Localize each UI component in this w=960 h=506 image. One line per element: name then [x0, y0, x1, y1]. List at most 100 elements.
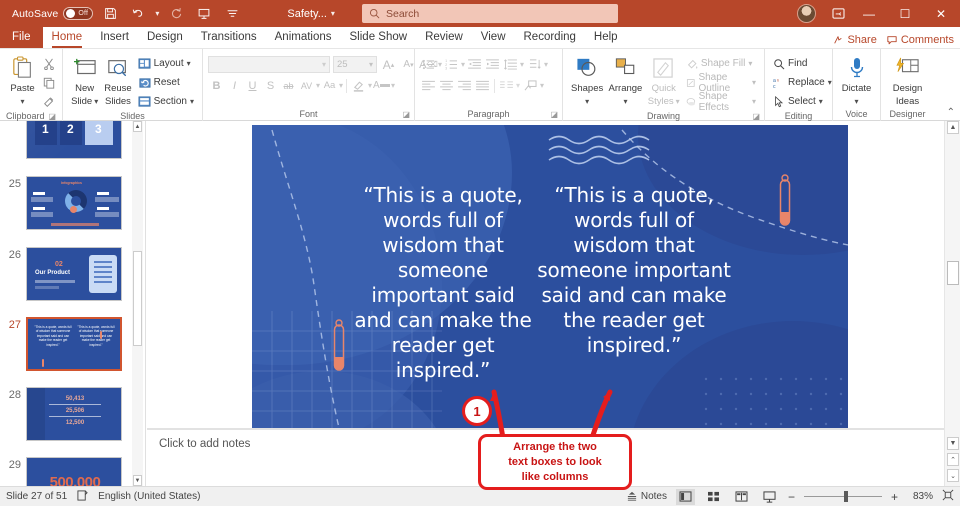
thumbnail-29[interactable]: 29 500,000: [0, 457, 145, 486]
canvas-scroll-thumb[interactable]: [947, 261, 959, 285]
slide-show-icon[interactable]: [760, 489, 779, 505]
thumbnail-slide[interactable]: 500,000: [26, 457, 122, 486]
italic-button[interactable]: I: [226, 77, 243, 94]
justify-icon[interactable]: [474, 77, 491, 94]
tab-recording[interactable]: Recording: [515, 27, 585, 48]
scroll-up-icon[interactable]: ▲: [947, 121, 959, 134]
user-avatar[interactable]: [797, 4, 816, 23]
slide-thumbnail-panel[interactable]: 24 Timeline 1 2 3 25 Infographics: [0, 121, 146, 486]
design-ideas-button[interactable]: Design Ideas: [886, 52, 929, 107]
zoom-slider[interactable]: [803, 491, 882, 502]
paste-button[interactable]: Paste ▾: [5, 52, 40, 107]
dictate-dropdown-icon[interactable]: ▾: [854, 96, 858, 107]
text-highlight-color-button[interactable]: [350, 77, 367, 94]
canvas-scrollbar[interactable]: ▲ ▼ ⌃ ⌄: [944, 121, 960, 486]
columns-icon[interactable]: [498, 77, 515, 94]
character-spacing-button[interactable]: AV: [298, 77, 315, 94]
thumbnail-26[interactable]: 26 02 Our Product: [0, 247, 145, 301]
bold-button[interactable]: B: [208, 77, 225, 94]
arrange-button[interactable]: Arrange ▾: [606, 52, 644, 107]
undo-icon[interactable]: [127, 4, 149, 24]
zoom-out-button[interactable]: −: [788, 490, 795, 504]
thumbnail-slide[interactable]: Timeline 1 2 3: [26, 121, 122, 159]
new-slide-button[interactable]: New Slide ▾: [68, 52, 101, 107]
tab-help[interactable]: Help: [585, 27, 627, 48]
tab-home[interactable]: Home: [43, 27, 92, 48]
font-name-dropdown-icon[interactable]: ▾: [322, 60, 326, 69]
bullets-icon[interactable]: [420, 56, 437, 73]
scroll-down-icon[interactable]: ▼: [947, 437, 959, 450]
thumbnail-scrollbar[interactable]: ▲ ▼: [132, 121, 143, 486]
paste-dropdown-icon[interactable]: ▾: [20, 96, 24, 107]
tab-transitions[interactable]: Transitions: [192, 27, 266, 48]
reset-button[interactable]: Reset: [135, 74, 197, 91]
redo-icon[interactable]: [165, 4, 187, 24]
fit-slide-to-window-icon[interactable]: [942, 489, 954, 504]
layout-dropdown-icon[interactable]: ▾: [187, 59, 191, 68]
font-dialog-launcher-icon[interactable]: ◪: [402, 108, 410, 121]
thumbnail-scroll-up-icon[interactable]: ▲: [133, 121, 142, 132]
layout-button[interactable]: Layout ▾: [135, 55, 197, 72]
thumbnail-slide[interactable]: 50,413 25,506 12,500: [26, 387, 122, 441]
search-bar[interactable]: Search: [362, 4, 618, 23]
align-right-icon[interactable]: [456, 77, 473, 94]
convert-to-smartart-icon[interactable]: [522, 77, 539, 94]
smartart-dropdown-icon[interactable]: ▾: [540, 81, 544, 90]
line-spacing-dropdown-icon[interactable]: ▾: [520, 60, 524, 69]
customize-quick-access-icon[interactable]: [221, 4, 243, 24]
arrange-dropdown-icon[interactable]: ▾: [623, 96, 627, 107]
reading-view-icon[interactable]: [732, 489, 751, 505]
paragraph-dialog-launcher-icon[interactable]: ◪: [550, 108, 558, 121]
quote-textbox-right[interactable]: “This is a quote, words full of wisdom t…: [534, 183, 734, 358]
share-button[interactable]: Share: [833, 34, 877, 46]
thumbnail-slide[interactable]: Infographics: [26, 176, 122, 230]
tab-slide-show[interactable]: Slide Show: [341, 27, 417, 48]
autosave-toggle[interactable]: Off: [63, 7, 94, 20]
select-button[interactable]: Select ▾: [770, 93, 835, 110]
slide-editor[interactable]: “This is a quote, words full of wisdom t…: [252, 125, 848, 461]
maximize-button[interactable]: ☐: [888, 0, 922, 27]
align-left-icon[interactable]: [420, 77, 437, 94]
increase-indent-icon[interactable]: [484, 56, 501, 73]
slide-counter[interactable]: Slide 27 of 51: [6, 491, 67, 502]
comments-button[interactable]: Comments: [887, 34, 954, 46]
zoom-in-button[interactable]: +: [891, 490, 898, 504]
thumbnail-slide-selected[interactable]: "This is a quote, words full of wisdom t…: [26, 317, 122, 371]
font-name-input[interactable]: ▾: [208, 56, 330, 73]
close-button[interactable]: ✕: [924, 0, 958, 27]
slide-sorter-icon[interactable]: [704, 489, 723, 505]
thumbnail-scroll-down-icon[interactable]: ▼: [133, 475, 142, 486]
zoom-slider-thumb[interactable]: [843, 491, 848, 502]
undo-dropdown-icon[interactable]: ▾: [155, 9, 159, 18]
accessibility-checker-icon[interactable]: [77, 489, 88, 504]
section-dropdown-icon[interactable]: ▾: [190, 97, 194, 106]
bullets-dropdown-icon[interactable]: ▾: [438, 60, 442, 69]
replace-button[interactable]: abc Replace ▾: [770, 74, 835, 91]
autosave-control[interactable]: AutoSave Off: [12, 7, 94, 20]
columns-dropdown-icon[interactable]: ▾: [516, 81, 520, 90]
thumbnail-25[interactable]: 25 Infographics: [0, 176, 145, 230]
shapes-button[interactable]: Shapes ▾: [568, 52, 606, 107]
change-case-dropdown-icon[interactable]: ▾: [339, 81, 343, 90]
thumbnail-27[interactable]: 27 "This is a quote, words full of wisdo…: [0, 317, 145, 371]
tab-file[interactable]: File: [0, 26, 43, 48]
dictate-button[interactable]: Dictate ▾: [838, 52, 875, 107]
quote-textbox-left[interactable]: “This is a quote, words full of wisdom t…: [350, 183, 536, 383]
decrease-indent-icon[interactable]: [466, 56, 483, 73]
font-color-button[interactable]: A: [373, 77, 391, 94]
save-icon[interactable]: [99, 4, 121, 24]
strikethrough-button[interactable]: ab: [280, 77, 297, 94]
thumbnail-slide[interactable]: 02 Our Product: [26, 247, 122, 301]
tab-animations[interactable]: Animations: [266, 27, 341, 48]
line-spacing-icon[interactable]: [502, 56, 519, 73]
change-case-button[interactable]: Aa: [321, 77, 338, 94]
cut-icon[interactable]: [40, 55, 57, 72]
normal-view-icon[interactable]: [675, 488, 695, 505]
start-presentation-icon[interactable]: [193, 4, 215, 24]
section-button[interactable]: Section ▾: [135, 93, 197, 110]
underline-button[interactable]: U: [244, 77, 261, 94]
notes-toggle-button[interactable]: Notes: [626, 491, 667, 502]
shapes-dropdown-icon[interactable]: ▾: [585, 96, 589, 107]
find-button[interactable]: Find: [770, 55, 835, 72]
document-title[interactable]: Safety... ▾: [287, 8, 335, 20]
